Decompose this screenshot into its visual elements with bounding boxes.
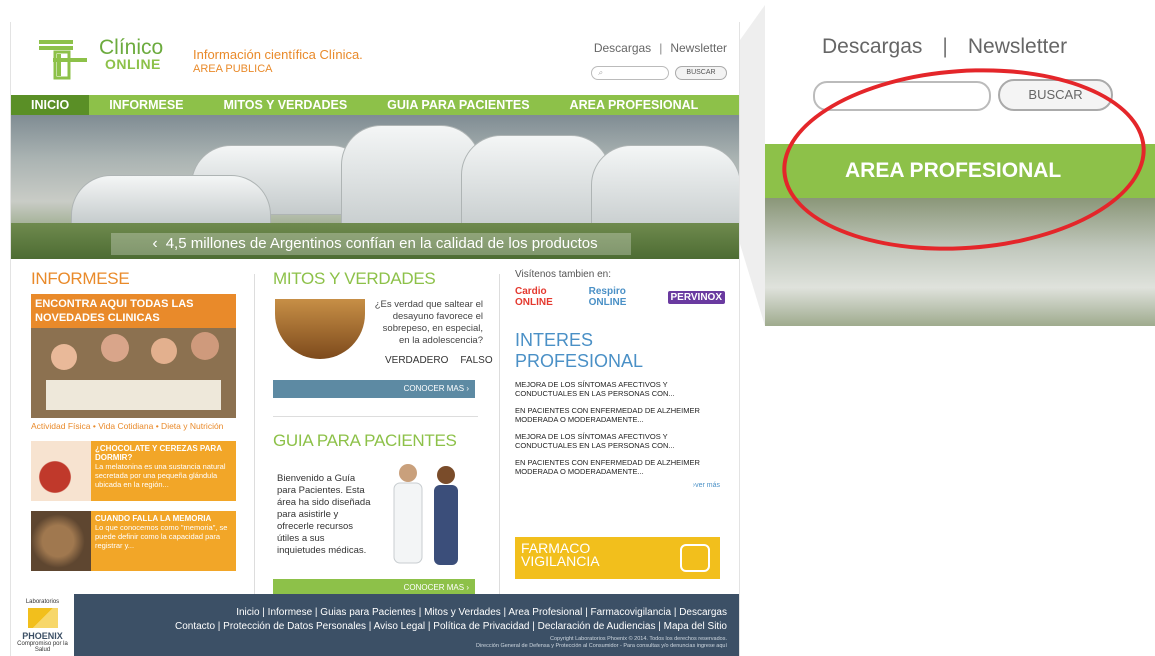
pervinox-link[interactable]: PERVINOX [667, 290, 725, 304]
zoom-newsletter-link[interactable]: Newsletter [968, 35, 1067, 58]
newsletter-link[interactable]: Newsletter [670, 41, 727, 55]
phoenix-logo-name: PHOENIX [22, 631, 63, 641]
descargas-link[interactable]: Descargas [594, 41, 651, 55]
featured-news-title: ENCONTRA AQUI TODAS LAS NOVEDADES CLINIC… [31, 294, 236, 328]
zoom-top-links: Descargas | Newsletter [822, 35, 1068, 58]
hero-next-arrow[interactable]: › [398, 257, 403, 259]
verdadero-option[interactable]: VERDADERO [385, 355, 448, 366]
doctor-patient-image [393, 464, 458, 565]
middle-column: MITOS Y VERDADES ¿Es verdad que saltear … [273, 269, 493, 597]
guia-title: GUIA PARA PACIENTES [273, 431, 457, 450]
visit-label: Visítenos tambien en: [515, 269, 611, 280]
hero-banner: ‹ 4,5 millones de Argentinos confían en l… [11, 115, 739, 259]
featured-news-card[interactable]: ENCONTRA AQUI TODAS LAS NOVEDADES CLINIC… [31, 294, 236, 418]
guia-text: Bienvenido a Guía para Pacientes. Esta á… [277, 473, 371, 556]
mitos-quiz: ¿Es verdad que saltear el desayuno favor… [273, 295, 493, 380]
mitos-options: VERDADERO FALSO [373, 355, 493, 366]
nav-guia-para-pacientes[interactable]: GUIA PARA PACIENTES [367, 95, 549, 115]
partner-sites: Cardio ONLINE Respiro ONLINE PERVINOX [515, 286, 725, 308]
search-input[interactable]: ⌕ [591, 66, 669, 80]
promo-title: CUANDO FALLA LA MEMORIA [95, 514, 212, 523]
promo-text: Lo que conocemos como "memoria", se pued… [95, 523, 228, 550]
topic-tags[interactable]: Actividad Física • Vida Cotidiana • Diet… [31, 421, 236, 431]
farmacovigilancia-banner[interactable]: FARMACO VIGILANCIA [515, 537, 720, 579]
informese-title: INFORMESE [31, 269, 130, 288]
dessert-image [31, 441, 91, 501]
nav-mitos-y-verdades[interactable]: MITOS Y VERDADES [204, 95, 368, 115]
news-more-link[interactable]: ›ver más [515, 482, 720, 489]
tagline-text: Información científica Clínica. [193, 47, 363, 62]
phoenix-mark-icon [27, 608, 58, 628]
news-item[interactable]: EN PACIENTES CON ENFERMEDAD DE ALZHEIMER… [515, 406, 720, 424]
search-bar: ⌕ BUSCAR [591, 66, 727, 80]
pill-icon [680, 544, 710, 572]
promo-card-memoria[interactable]: CUANDO FALLA LA MEMORIA Lo que conocemos … [31, 511, 236, 571]
top-links: Descargas | Newsletter [593, 41, 727, 55]
hero-caption: ‹ 4,5 millones de Argentinos confían en l… [111, 233, 631, 259]
footer-legal: Copyright Laboratorios Phoenix © 2014. T… [476, 636, 727, 650]
tagline-sub: AREA PUBLICA [193, 63, 273, 75]
brain-image [31, 511, 91, 571]
phoenix-logo[interactable]: Laboratorios PHOENIX Compromiso por la S… [11, 594, 74, 656]
consumer-protection-text[interactable]: Dirección General de Defensa y Protecció… [476, 643, 727, 650]
phoenix-logo-tag: Compromiso por la Salud [17, 641, 68, 653]
interes-profesional-title: INTERES PROFESIONAL [515, 330, 644, 371]
news-item[interactable]: MEJORA DE LOS SÍNTOMAS AFECTIVOS Y CONDU… [515, 380, 720, 398]
guia-section: Bienvenido a Guía para Pacientes. Esta á… [273, 459, 483, 579]
mitos-title: MITOS Y VERDADES [273, 269, 436, 288]
nav-inicio[interactable]: INICIO [11, 95, 90, 115]
website-page: Clínico ONLINE Información científica Cl… [10, 22, 740, 656]
nav-informese[interactable]: INFORMESE [89, 95, 203, 115]
informese-column: INFORMESE ENCONTRA AQUI TODAS LAS NOVEDA… [31, 269, 236, 571]
promo-text: La melatonina es una sustancia natural s… [95, 462, 226, 489]
logo-cross-icon [39, 40, 87, 80]
phoenix-logo-label: Laboratorios [25, 599, 60, 605]
search-button[interactable]: BUSCAR [675, 66, 727, 80]
main-nav: INICIO INFORMESE MITOS Y VERDADES GUIA P… [11, 95, 739, 115]
mitos-more-button[interactable]: CONOCER MAS › [273, 380, 475, 398]
copyright-text: Copyright Laboratorios Phoenix © 2014. T… [550, 636, 727, 642]
promo-title: ¿CHOCOLATE Y CEREZAS PARA DORMIR? [95, 444, 222, 462]
nav-area-profesional[interactable]: AREA PROFESIONAL [550, 95, 719, 115]
cardio-online-link[interactable]: Cardio ONLINE [515, 286, 583, 308]
footer-links-row2[interactable]: Contacto | Protección de Datos Personale… [175, 620, 727, 634]
falso-option[interactable]: FALSO [460, 355, 492, 366]
farmaco-line2: VIGILANCIA [521, 553, 600, 569]
site-footer: Laboratorios PHOENIX Compromiso por la S… [11, 594, 739, 656]
clinico-online-logo[interactable]: Clínico ONLINE [33, 32, 183, 82]
respiro-online-link[interactable]: Respiro ONLINE [589, 286, 662, 308]
news-item[interactable]: MEJORA DE LOS SÍNTOMAS AFECTIVOS Y CONDU… [515, 432, 720, 450]
right-column: Visítenos tambien en: Cardio ONLINE Resp… [515, 269, 725, 579]
footer-links: Inicio | Informese | Guias para Paciente… [175, 606, 727, 634]
site-tagline: Información científica Clínica. AREA PUB… [193, 47, 363, 75]
zoom-descargas-link[interactable]: Descargas [822, 35, 922, 58]
column-divider [499, 274, 500, 604]
footer-links-row1[interactable]: Inicio | Informese | Guias para Paciente… [175, 606, 727, 620]
bowl-image [275, 299, 365, 359]
mitos-question: ¿Es verdad que saltear el desayuno favor… [374, 299, 483, 346]
logo-text-bottom: ONLINE [105, 56, 161, 72]
hero-prev-arrow[interactable]: ‹ [152, 235, 157, 252]
news-item[interactable]: EN PACIENTES CON ENFERMEDAD DE ALZHEIMER… [515, 458, 720, 476]
column-divider [254, 274, 255, 604]
promo-card-chocolate[interactable]: ¿CHOCOLATE Y CEREZAS PARA DORMIR? La mela… [31, 441, 236, 501]
family-photo [46, 380, 221, 410]
